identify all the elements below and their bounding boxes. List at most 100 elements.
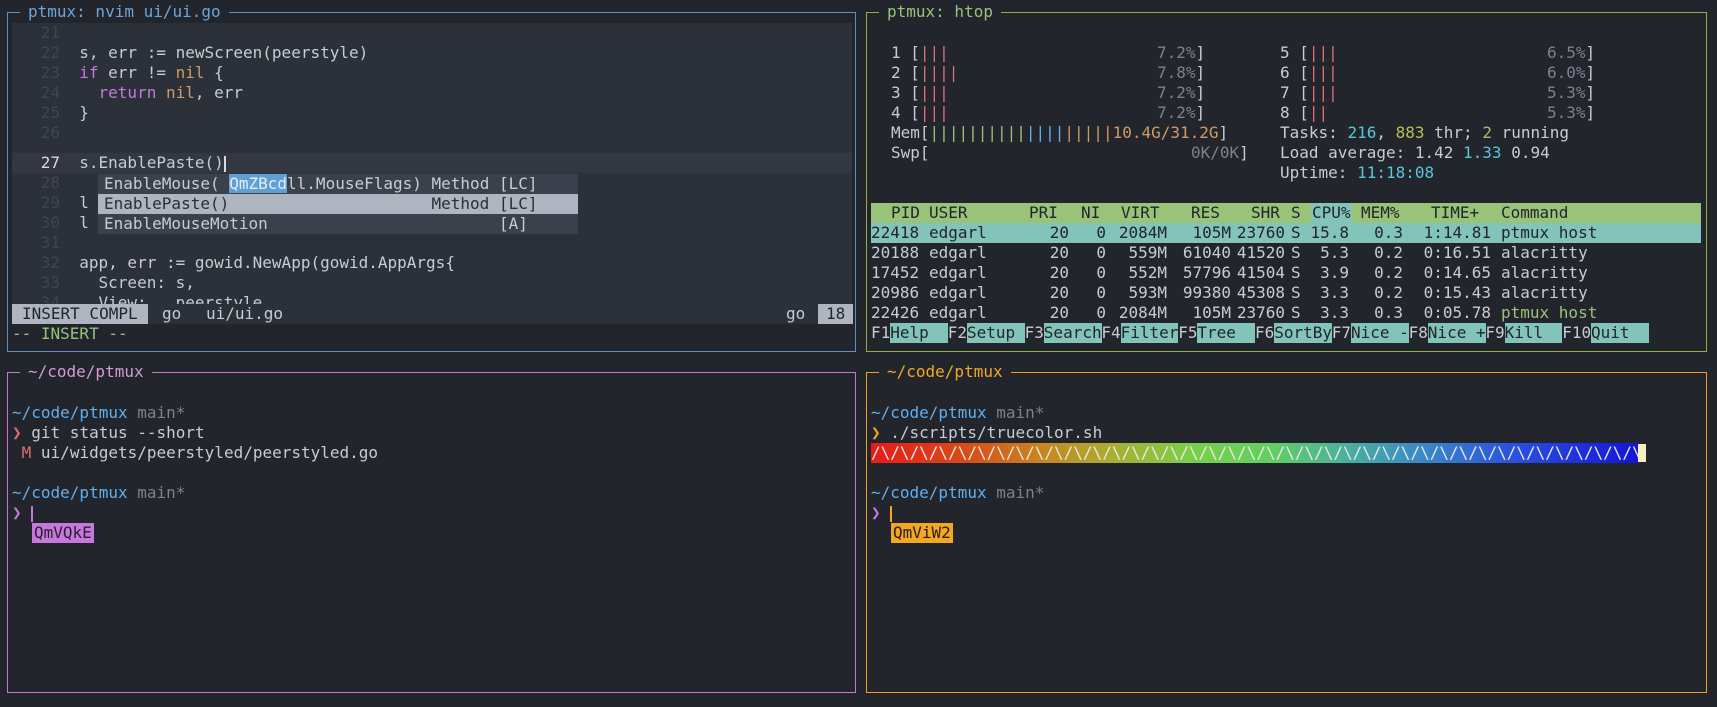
col-header-pid[interactable]: PID [891, 203, 920, 223]
fkey-f7[interactable]: F7 [1332, 323, 1351, 343]
process-row[interactable]: 17452 edgarl 20 0 552M 57796 41504 S 3.9 0.2 0:14.… [871, 263, 1701, 283]
process-cell: 0.2 [1374, 283, 1403, 302]
fkey-label[interactable]: Search [1043, 323, 1102, 343]
git-branch: main* [986, 403, 1045, 422]
code-line-26: 26 [12, 123, 60, 143]
col-header-pri[interactable]: PRI [1029, 203, 1058, 223]
process-cell: edgarl [929, 223, 987, 242]
process-cell: ptmux host [1501, 303, 1598, 322]
nvim-pane[interactable]: ptmux: nvim ui/ui.go 21 22 s, err := new… [7, 2, 856, 352]
line-number: 24 [40, 83, 60, 102]
process-cell: 3.3 [1320, 283, 1349, 302]
process-cell: S [1291, 303, 1301, 322]
cpu-pct-5: 6.5%] [1547, 43, 1596, 62]
shell-pane-right-title: ~/code/ptmux [879, 362, 1011, 382]
fkey-label[interactable]: SortBy [1274, 323, 1332, 343]
col-header-virt[interactable]: VIRT [1121, 203, 1160, 223]
process-cell: 0 [1096, 303, 1106, 322]
process-row[interactable]: 20986 edgarl 20 0 593M 99380 45308 S 3.3 0.2 0:15.… [871, 283, 1701, 303]
col-header-shr[interactable]: SHR [1251, 203, 1280, 223]
prompt-path: ~/code/ptmux [871, 483, 987, 502]
fkey-f3[interactable]: F3 [1025, 323, 1044, 343]
fkey-label[interactable]: Nice + [1427, 323, 1486, 343]
process-cell: 0:14.65 [1423, 263, 1491, 282]
command-line: ❯ ./scripts/truecolor.sh [871, 423, 1102, 443]
col-header-user[interactable]: USER [929, 203, 968, 223]
filetype-right: go [786, 304, 806, 323]
fkey-f9[interactable]: F9 [1485, 323, 1504, 343]
git-branch: main* [127, 483, 186, 502]
cpu-meter-4: 4 [||| [891, 103, 949, 122]
fkey-label[interactable]: Tree [1197, 323, 1256, 343]
shell-pane-left[interactable]: ~/code/ptmux ~/code/ptmux main* ❯ git st… [7, 362, 856, 693]
prompt-line-2: ~/code/ptmux main* [12, 483, 185, 503]
fkey-f10[interactable]: F10 [1562, 323, 1591, 343]
pane-jump-hint[interactable]: QmViW2 [891, 523, 953, 543]
command-text: git status --short [21, 423, 205, 442]
fkey-f8[interactable]: F8 [1409, 323, 1428, 343]
process-table-header[interactable]: PID USER PRI NI VIRT RES SHR S CPU% MEM%… [871, 203, 1701, 223]
process-cell: 2084M [1118, 223, 1167, 242]
cpu-meter-5: 5 [||| [1280, 43, 1338, 62]
process-cell: 0.3 [1374, 303, 1403, 322]
process-row[interactable]: 22418 edgarl 20 0 2084M 105M 23760 S 15.8 0.3 1:14… [871, 223, 1701, 243]
editor-body[interactable]: 21 22 s, err := newScreen(peerstyle) 23 … [12, 23, 852, 313]
prompt-line-2: ~/code/ptmux main* [871, 483, 1044, 503]
fkey-f1[interactable]: F1 [871, 323, 890, 343]
shell-pane-right[interactable]: ~/code/ptmux ~/code/ptmux main* ❯ ./scri… [866, 362, 1707, 693]
col-header-state[interactable]: S [1291, 203, 1301, 223]
process-cell: 20188 [871, 243, 920, 262]
cpu-meter-6: 6 [||| [1280, 63, 1338, 82]
fkey-f2[interactable]: F2 [948, 323, 967, 343]
fkey-label[interactable]: Nice - [1351, 323, 1409, 343]
htop-pane[interactable]: ptmux: htop 1 [||| 7.2%] 2 [|||| 7.8%] 3… [866, 2, 1707, 352]
code-line-29: 29 l [12, 193, 89, 213]
filetype-label: go [162, 304, 182, 323]
process-cell: 2084M [1118, 303, 1167, 322]
fkey-label[interactable]: Help [890, 323, 948, 343]
active-prompt[interactable]: ❯ [871, 503, 893, 523]
code-line-23: 23 if err != nil { [12, 63, 224, 83]
process-cell: 15.8 [1310, 223, 1349, 242]
process-table[interactable]: PID USER PRI NI VIRT RES SHR S CPU% MEM%… [871, 203, 1701, 343]
fkey-label[interactable]: Quit [1591, 323, 1649, 343]
line-number: 30 [40, 213, 60, 232]
cpu-meter-2: 2 [|||| [891, 63, 959, 82]
code-line-31: 31 [12, 233, 60, 253]
col-header-ni[interactable]: NI [1081, 203, 1100, 223]
completion-item-enablemousemotion[interactable]: EnableMouseMotion [A] [104, 214, 528, 234]
process-cell: 0.3 [1374, 223, 1403, 242]
load-average: Load average: 1.42 1.33 0.94 [1280, 143, 1550, 162]
fkey-label[interactable]: Filter [1120, 323, 1179, 343]
cpu-pct-6: 6.0%] [1547, 63, 1596, 82]
fkey-label[interactable]: Kill [1504, 323, 1563, 343]
active-prompt[interactable]: ❯ [12, 503, 34, 523]
keyword: return [98, 83, 157, 102]
process-cell: 0 [1096, 283, 1106, 302]
process-cell: 57796 [1182, 263, 1231, 282]
process-cell: 552M [1128, 263, 1167, 282]
fkey-f4[interactable]: F4 [1101, 323, 1120, 343]
process-row[interactable]: 20188 edgarl 20 0 559M 61040 41520 S 5.3 0.2 0:16.… [871, 243, 1701, 263]
col-header-cpu[interactable]: CPU% [1311, 203, 1352, 223]
fkey-label[interactable]: Setup [967, 323, 1025, 343]
fkey-f6[interactable]: F6 [1255, 323, 1274, 343]
process-cell: 22418 [871, 223, 920, 242]
col-header-command[interactable]: Command [1501, 203, 1568, 223]
code-text: err != [98, 63, 176, 82]
col-header-time[interactable]: TIME+ [1431, 203, 1479, 223]
code-line-32: 32 app, err := gowid.NewApp(gowid.AppArg… [12, 253, 455, 273]
process-cell: 99380 [1182, 283, 1231, 302]
prompt-path: ~/code/ptmux [871, 403, 987, 422]
fkey-f5[interactable]: F5 [1178, 323, 1197, 343]
col-header-mem[interactable]: MEM% [1361, 203, 1400, 223]
pane-jump-hint[interactable]: QmVQkE [32, 523, 94, 543]
process-row[interactable]: 22426 edgarl 20 0 2084M 105M 23760 S 3.3 0.3 0:05.… [871, 303, 1701, 323]
completion-item-enablemouse[interactable]: EnableMouse( QmZBcdll.MouseFlags) Method… [104, 174, 537, 194]
git-status-output: M ui/widgets/peerstyled/peerstyled.go [12, 443, 378, 463]
completion-item-enablepaste[interactable]: EnablePaste() Method [LC] [98, 194, 578, 214]
completion-menu[interactable]: EnableMouse( QmZBcdll.MouseFlags) Method… [98, 174, 578, 234]
col-header-res[interactable]: RES [1191, 203, 1220, 223]
process-cell: 41504 [1236, 263, 1285, 282]
prompt-chevron-icon: ❯ [871, 423, 881, 442]
